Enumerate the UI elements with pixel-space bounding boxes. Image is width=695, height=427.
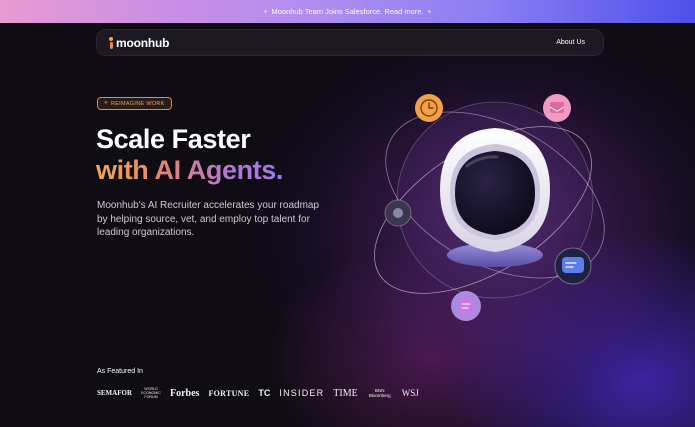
bnn-bloomberg-logo[interactable]: BNN Bloomberg	[367, 388, 393, 398]
headline-line-1: Scale Faster	[96, 124, 251, 154]
fortune-logo[interactable]: FORTUNE	[208, 389, 249, 398]
sparkle-icon: ⟡	[104, 100, 108, 106]
press-logos: SEMAFOR WORLD ECONOMIC FORUM Forbes FORT…	[97, 384, 419, 402]
message-icon	[554, 247, 592, 285]
sparkle-icon: ✦	[426, 8, 433, 16]
announcement-text[interactable]: Moonhub Team Joins Salesforce. Read more…	[271, 7, 423, 16]
featured-label: As Featured In	[97, 368, 143, 375]
logo-mark-icon	[109, 36, 113, 49]
semafor-logo[interactable]: SEMAFOR	[97, 389, 132, 397]
time-logo[interactable]: TIME	[333, 388, 357, 399]
reimagine-work-badge: ⟡ REIMAGINE WORK	[97, 97, 172, 110]
forbes-logo[interactable]: Forbes	[170, 388, 199, 399]
announcement-bar[interactable]: ✦ Moonhub Team Joins Salesforce. Read mo…	[0, 0, 695, 23]
wsj-logo[interactable]: WSJ	[402, 388, 419, 398]
about-us-link[interactable]: About Us	[556, 39, 585, 46]
techcrunch-logo[interactable]: TC	[258, 388, 270, 398]
astronaut-helmet-illustration	[374, 94, 605, 321]
top-nav: moonhub About Us	[96, 29, 604, 56]
inbox-icon	[543, 94, 571, 122]
sparkle-icon: ✦	[262, 8, 269, 16]
badge-label: REIMAGINE WORK	[110, 100, 165, 107]
insider-logo[interactable]: INSIDER	[279, 388, 324, 398]
logo-text: moonhub	[116, 35, 170, 50]
clock-icon	[415, 94, 443, 122]
chat-icon	[384, 199, 412, 227]
hero-subtitle: Moonhub's AI Recruiter accelerates your …	[97, 200, 320, 238]
wef-logo[interactable]: WORLD ECONOMIC FORUM	[141, 387, 161, 399]
hero-headline: Scale Faster with AI Agents.	[96, 124, 283, 186]
logo[interactable]: moonhub	[109, 36, 169, 50]
document-icon	[451, 291, 481, 321]
headline-line-2: with AI Agents.	[96, 155, 283, 185]
